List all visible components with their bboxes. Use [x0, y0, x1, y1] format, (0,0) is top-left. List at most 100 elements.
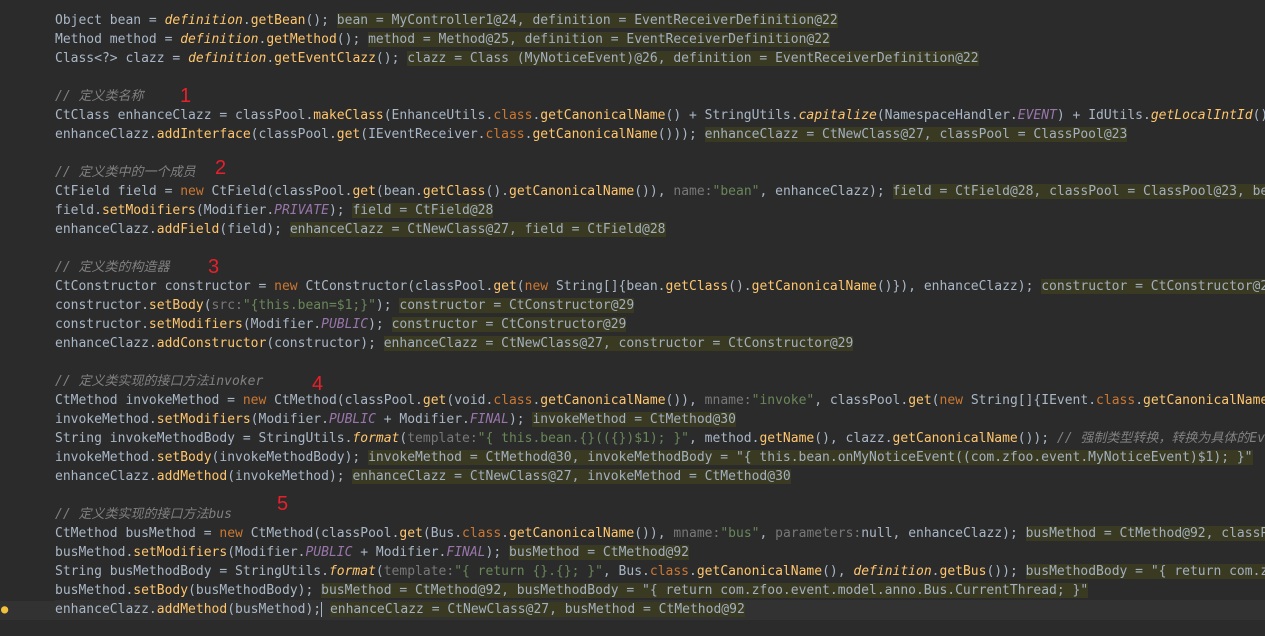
code-token: ); — [508, 412, 533, 427]
code-line[interactable] — [55, 353, 1265, 372]
code-line[interactable] — [55, 68, 1265, 87]
method-call: getBus — [939, 564, 987, 579]
inline-debug-value: enhanceClazz = CtNewClass@27, constructo… — [383, 336, 854, 351]
string-literal: "bus" — [720, 526, 760, 541]
code-line[interactable] — [55, 239, 1265, 258]
code-token: field. — [55, 203, 102, 218]
code-token: (invokeMethod); — [227, 469, 353, 484]
method-call: setBody — [156, 450, 212, 465]
code-token: constructor. — [55, 298, 149, 313]
lightbulb-icon[interactable]: ● — [1, 602, 11, 616]
parameter-hint: template: — [383, 564, 455, 579]
keyword-token: new — [524, 279, 556, 294]
keyword-token: class — [493, 108, 533, 123]
method-call: getCanonicalName — [1143, 393, 1265, 408]
code-line[interactable]: enhanceClazz.addField(field); enhanceCla… — [55, 220, 1265, 239]
code-token: invokeMethod. — [55, 412, 157, 427]
keyword-token: new — [180, 184, 212, 199]
code-token: ()}), enhanceClazz); — [876, 279, 1042, 294]
code-line[interactable]: CtClass enhanceClazz = classPool.makeCla… — [55, 106, 1265, 125]
code-editor[interactable]: Object bean = definition.getBean(); bean… — [0, 0, 1265, 636]
code-line[interactable] — [55, 144, 1265, 163]
code-token: ()), — [634, 184, 674, 199]
parameter-hint: name: — [673, 184, 713, 199]
code-token: , classPool. — [814, 393, 909, 408]
code-line[interactable]: constructor.setBody(src:"{this.bean=$1;}… — [55, 296, 1265, 315]
inline-debug-value: field = CtField@28 — [352, 203, 494, 218]
code-token: ()); — [1252, 108, 1265, 123]
code-comment: // 定义类的构造器 — [55, 260, 170, 275]
code-token: , — [759, 526, 776, 541]
code-line[interactable]: String invokeMethodBody = StringUtils.fo… — [55, 429, 1265, 448]
code-line[interactable]: CtField field = new CtField(classPool.ge… — [55, 182, 1265, 201]
code-token: ( — [375, 564, 384, 579]
code-line[interactable]: enhanceClazz.addConstructor(constructor)… — [55, 334, 1265, 353]
method-call: setModifiers — [133, 545, 228, 560]
code-token: (invokeMethodBody); — [211, 450, 369, 465]
code-token: CtField field = — [55, 184, 181, 199]
code-token: CtMethod(classPool. — [250, 526, 400, 541]
code-line[interactable]: // 定义类名称 — [55, 87, 1265, 106]
code-area[interactable]: Object bean = definition.getBean(); bean… — [1, 11, 1265, 619]
code-line[interactable]: enhanceClazz.addInterface(classPool.get(… — [55, 125, 1265, 144]
code-line[interactable]: field.setModifiers(Modifier.PRIVATE); fi… — [55, 201, 1265, 220]
editor-gutter — [0, 0, 40, 636]
annotation-marker-3: 3 — [208, 256, 220, 278]
code-line[interactable]: CtMethod busMethod = new CtMethod(classP… — [55, 524, 1265, 543]
code-token: . — [242, 13, 251, 28]
code-token: ); — [368, 317, 392, 332]
code-token: enhanceClazz. — [55, 127, 157, 142]
code-line[interactable]: CtConstructor constructor = new CtConstr… — [55, 277, 1265, 296]
code-token: . — [689, 564, 697, 579]
string-literal: "{ return {}.{}; }" — [454, 564, 603, 579]
code-line[interactable]: Method method = definition.getMethod(); … — [55, 30, 1265, 49]
code-line[interactable]: String busMethodBody = StringUtils.forma… — [55, 562, 1265, 581]
code-token: constructor. — [55, 317, 149, 332]
inline-debug-value: busMethod = CtMethod@92, classPoo — [1025, 526, 1265, 541]
code-token: (IEventReceiver. — [360, 127, 486, 142]
code-token: invokeMethod. — [55, 450, 157, 465]
code-line[interactable]: // 定义类的构造器 — [55, 258, 1265, 277]
code-token: busMethod. — [55, 545, 134, 560]
code-token: (field); — [219, 222, 290, 237]
keyword-token: class — [649, 564, 690, 579]
code-line[interactable]: busMethod.setBody(busMethodBody); busMet… — [55, 581, 1265, 600]
inline-debug-value: bean = MyController1@24, definition = Ev… — [336, 13, 838, 28]
code-comment: // 定义类名称 — [55, 89, 144, 104]
constant-token: PRIVATE — [274, 203, 329, 218]
method-call: get — [908, 393, 932, 408]
code-token: (void. — [446, 393, 494, 408]
code-line[interactable]: // 定义类中的一个成员 — [55, 163, 1265, 182]
code-line[interactable]: busMethod.setModifiers(Modifier.PUBLIC +… — [55, 543, 1265, 562]
code-token: ( — [516, 279, 525, 294]
annotation-marker-1: 1 — [180, 85, 192, 107]
code-token: (), clazz. — [814, 431, 893, 446]
keyword-token: class — [1096, 393, 1136, 408]
code-line[interactable]: Class<?> clazz = definition.getEventClaz… — [55, 49, 1265, 68]
code-token: (EnhanceUtils. — [383, 108, 494, 123]
code-line[interactable]: ● enhanceClazz.addMethod(busMethod); enha… — [1, 600, 1265, 619]
code-line[interactable]: Object bean = definition.getBean(); bean… — [55, 11, 1265, 30]
code-line[interactable]: enhanceClazz.addMethod(invokeMethod); en… — [55, 467, 1265, 486]
code-line[interactable]: // 定义类实现的接口方法bus — [55, 505, 1265, 524]
code-token: busMethod. — [55, 583, 134, 598]
annotation-marker-5: 5 — [277, 493, 289, 515]
code-line[interactable]: invokeMethod.setBody(invokeMethodBody); … — [55, 448, 1265, 467]
static-reference: format — [352, 431, 400, 446]
code-line[interactable] — [55, 486, 1265, 505]
code-line[interactable]: invokeMethod.setModifiers(Modifier.PUBLI… — [55, 410, 1265, 429]
parameter-hint: src: — [211, 298, 243, 313]
static-reference: definition — [180, 32, 259, 47]
code-token: ) + IdUtils. — [1056, 108, 1151, 123]
method-call: get — [422, 393, 447, 408]
method-call: getCanonicalName — [532, 127, 658, 142]
code-token: (), — [822, 564, 854, 579]
code-token: CtClass enhanceClazz = classPool. — [55, 108, 314, 123]
keyword-token: new — [242, 393, 275, 408]
inline-debug-value: field = CtField@28, classPool = ClassPoo… — [892, 184, 1265, 199]
code-token: (bean. — [375, 184, 423, 199]
code-comment: // 定义类实现的接口方法bus — [55, 507, 232, 522]
code-line[interactable]: constructor.setModifiers(Modifier.PUBLIC… — [55, 315, 1265, 334]
code-line[interactable]: // 定义类实现的接口方法invoker — [55, 372, 1265, 391]
code-line[interactable]: CtMethod invokeMethod = new CtMethod(cla… — [55, 391, 1265, 410]
